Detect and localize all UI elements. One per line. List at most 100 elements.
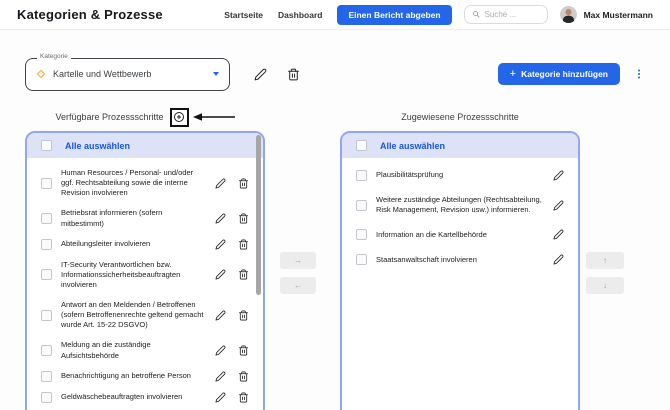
select-all-checkbox[interactable] — [356, 140, 367, 151]
edit-item-button[interactable] — [215, 371, 226, 382]
list-item[interactable]: Human Resources / Personal- und/oder ggf… — [31, 163, 259, 203]
delete-item-button[interactable] — [238, 392, 249, 403]
edit-item-button[interactable] — [215, 392, 226, 403]
move-right-button[interactable]: → — [280, 252, 316, 269]
list-item[interactable]: Plausibilitätsprüfung — [346, 163, 574, 188]
annotation-arrow — [193, 112, 235, 122]
add-category-button[interactable]: + Kategorie hinzufügen — [498, 63, 620, 85]
edit-item-button[interactable] — [215, 269, 226, 280]
item-checkbox[interactable] — [41, 310, 52, 321]
item-checkbox[interactable] — [41, 239, 52, 250]
pencil-icon — [553, 254, 564, 265]
item-checkbox[interactable] — [41, 345, 52, 356]
delete-item-button[interactable] — [238, 345, 249, 356]
category-menu-button[interactable] — [633, 67, 645, 81]
category-diamond-icon — [37, 70, 45, 78]
scrollbar-thumb[interactable] — [256, 135, 261, 295]
trash-icon — [287, 68, 300, 81]
edit-item-button[interactable] — [215, 239, 226, 250]
annotation-highlight-box — [170, 108, 189, 127]
delete-category-button[interactable] — [287, 68, 300, 81]
top-bar: Kategorien & Prozesse Startseite Dashboa… — [0, 0, 670, 30]
delete-item-button[interactable] — [238, 239, 249, 250]
move-up-button[interactable]: ↑ — [586, 252, 624, 269]
delete-item-button[interactable] — [238, 178, 249, 189]
trash-icon — [238, 371, 249, 382]
avatar[interactable] — [560, 6, 577, 23]
edit-category-button[interactable] — [254, 68, 267, 81]
assigned-select-all[interactable]: Alle auswählen — [342, 133, 578, 158]
trash-icon — [238, 310, 249, 321]
nav-startseite[interactable]: Startseite — [224, 10, 263, 20]
search-input[interactable] — [485, 10, 540, 19]
select-all-label: Alle auswählen — [380, 141, 445, 151]
list-item[interactable]: Benachrichtigung an betroffene Person — [31, 366, 259, 387]
move-down-button[interactable]: ↓ — [586, 277, 624, 294]
list-item[interactable]: Antwort an den Meldenden / Betroffenen (… — [31, 295, 259, 335]
list-item[interactable]: Abteilungsleiter involvieren — [31, 234, 259, 255]
edit-item-button[interactable] — [553, 170, 564, 181]
select-all-label: Alle auswählen — [65, 141, 130, 151]
delete-item-button[interactable] — [238, 213, 249, 224]
item-checkbox[interactable] — [41, 213, 52, 224]
edit-item-button[interactable] — [553, 229, 564, 240]
plus-icon: + — [510, 69, 516, 80]
item-label: Betriebsrat informieren (sofern mitbesti… — [61, 208, 206, 228]
item-label: Information an die Kartellbehörde — [376, 230, 544, 240]
add-category-label: Kategorie hinzufügen — [521, 69, 608, 79]
pencil-icon — [553, 170, 564, 181]
edit-item-button[interactable] — [215, 178, 226, 189]
list-item[interactable]: Meldung an die zuständige Aufsichtsbehör… — [31, 335, 259, 365]
category-selected-value: Kartelle und Wettbewerb — [53, 69, 213, 79]
pencil-icon — [215, 345, 226, 356]
pencil-icon — [215, 239, 226, 250]
edit-item-button[interactable] — [215, 213, 226, 224]
nav-dashboard[interactable]: Dashboard — [278, 10, 322, 20]
edit-item-button[interactable] — [553, 200, 564, 211]
assigned-rows: Plausibilitätsprüfung Weitere zuständige… — [342, 158, 578, 277]
select-all-checkbox[interactable] — [41, 140, 52, 151]
item-checkbox[interactable] — [356, 254, 367, 265]
item-checkbox[interactable] — [41, 392, 52, 403]
search-box[interactable] — [464, 5, 548, 24]
available-select-all[interactable]: Alle auswählen — [27, 133, 263, 158]
item-checkbox[interactable] — [356, 170, 367, 181]
pencil-icon — [215, 213, 226, 224]
edit-item-button[interactable] — [553, 254, 564, 265]
trash-icon — [238, 239, 249, 250]
item-label: Weitere zuständige Abteilungen (Rechtsab… — [376, 195, 544, 215]
item-checkbox[interactable] — [41, 269, 52, 280]
item-label: Benachrichtigung an betroffene Person — [61, 371, 206, 381]
pencil-icon — [215, 392, 226, 403]
delete-item-button[interactable] — [238, 310, 249, 321]
available-list: Alle auswählen Human Resources / Persona… — [25, 131, 265, 410]
pencil-icon — [215, 269, 226, 280]
delete-item-button[interactable] — [238, 371, 249, 382]
assigned-header: Zugewiesene Prozessschritte — [340, 106, 580, 128]
delete-item-button[interactable] — [238, 269, 249, 280]
category-select[interactable]: Kategorie Kartelle und Wettbewerb — [25, 58, 230, 91]
pencil-icon — [553, 229, 564, 240]
trash-icon — [238, 178, 249, 189]
move-left-button[interactable]: ← — [280, 277, 316, 294]
list-item[interactable]: Geldwäschebeauftragten involvieren — [31, 387, 259, 408]
list-item[interactable]: IT-Security Verantwortlichen bzw. Inform… — [31, 255, 259, 295]
edit-item-button[interactable] — [215, 345, 226, 356]
item-checkbox[interactable] — [356, 200, 367, 211]
item-checkbox[interactable] — [356, 229, 367, 240]
category-field-label: Kategorie — [37, 54, 71, 61]
submit-report-button[interactable]: Einen Bericht abgeben — [337, 5, 451, 25]
item-label: Plausibilitätsprüfung — [376, 170, 544, 180]
list-item[interactable]: Staatsanwaltschaft involvieren — [346, 247, 574, 272]
item-checkbox[interactable] — [41, 371, 52, 382]
list-item[interactable]: Betriebsrat informieren (sofern mitbesti… — [31, 203, 259, 233]
item-checkbox[interactable] — [41, 178, 52, 189]
list-item[interactable]: Weitere zuständige Abteilungen (Rechtsab… — [346, 188, 574, 222]
pencil-icon — [215, 371, 226, 382]
assigned-title: Zugewiesene Prozessschritte — [401, 112, 519, 122]
list-item[interactable]: Information an die Kartellbehörde — [346, 222, 574, 247]
page-title: Kategorien & Prozesse — [17, 7, 163, 22]
trash-icon — [238, 392, 249, 403]
edit-item-button[interactable] — [215, 310, 226, 321]
add-process-step-button[interactable] — [173, 111, 185, 123]
